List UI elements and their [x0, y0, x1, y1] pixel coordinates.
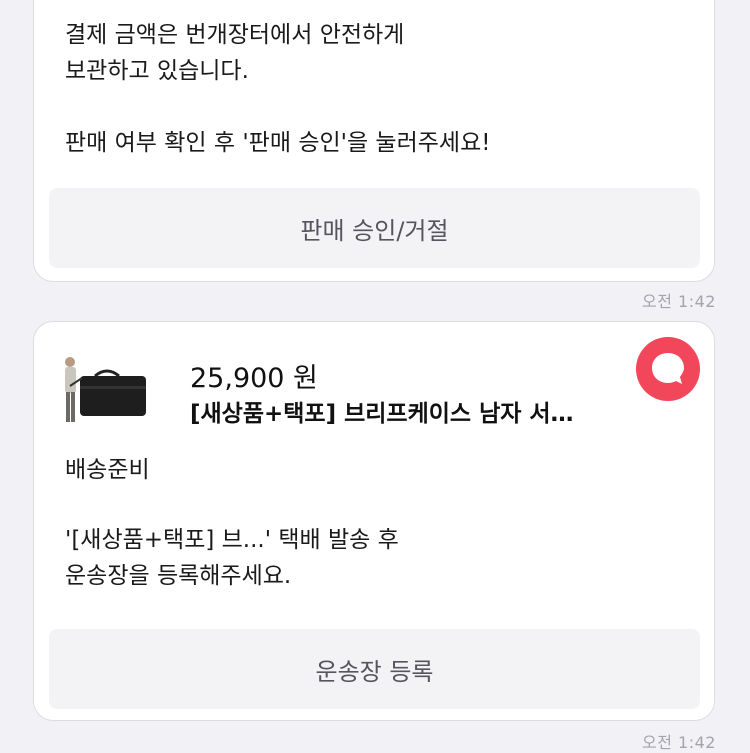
message-timestamp: 오전 1:42	[642, 292, 716, 311]
register-tracking-number-button[interactable]: 운송장 등록	[49, 629, 700, 709]
message-timestamp: 오전 1:42	[642, 733, 716, 752]
order-status: 배송준비	[65, 457, 150, 483]
chat-message-card-sale-approval: 결제 금액은 번개장터에서 안전하게 보관하고 있습니다. 판매 여부 확인 후…	[33, 0, 715, 282]
chat-bubble-icon[interactable]	[636, 337, 700, 401]
product-summary[interactable]: 25,900 원 [새상품+택포] 브리프케이스 남자 서…	[62, 352, 652, 430]
sale-approve-reject-button[interactable]: 판매 승인/거절	[49, 188, 700, 268]
message-text: 결제 금액은 번개장터에서 안전하게 보관하고 있습니다. 판매 여부 확인 후…	[65, 22, 491, 156]
chat-message-card-shipping: 25,900 원 [새상품+택포] 브리프케이스 남자 서… 배송준비 '[새상…	[33, 321, 715, 721]
product-price: 25,900 원	[190, 363, 318, 394]
briefcase-product-photo	[62, 352, 152, 428]
product-title: [새상품+택포] 브리프케이스 남자 서…	[190, 401, 574, 427]
message-text: '[새상품+택포] 브...' 택배 발송 후 운송장을 등록해주세요.	[65, 527, 399, 589]
